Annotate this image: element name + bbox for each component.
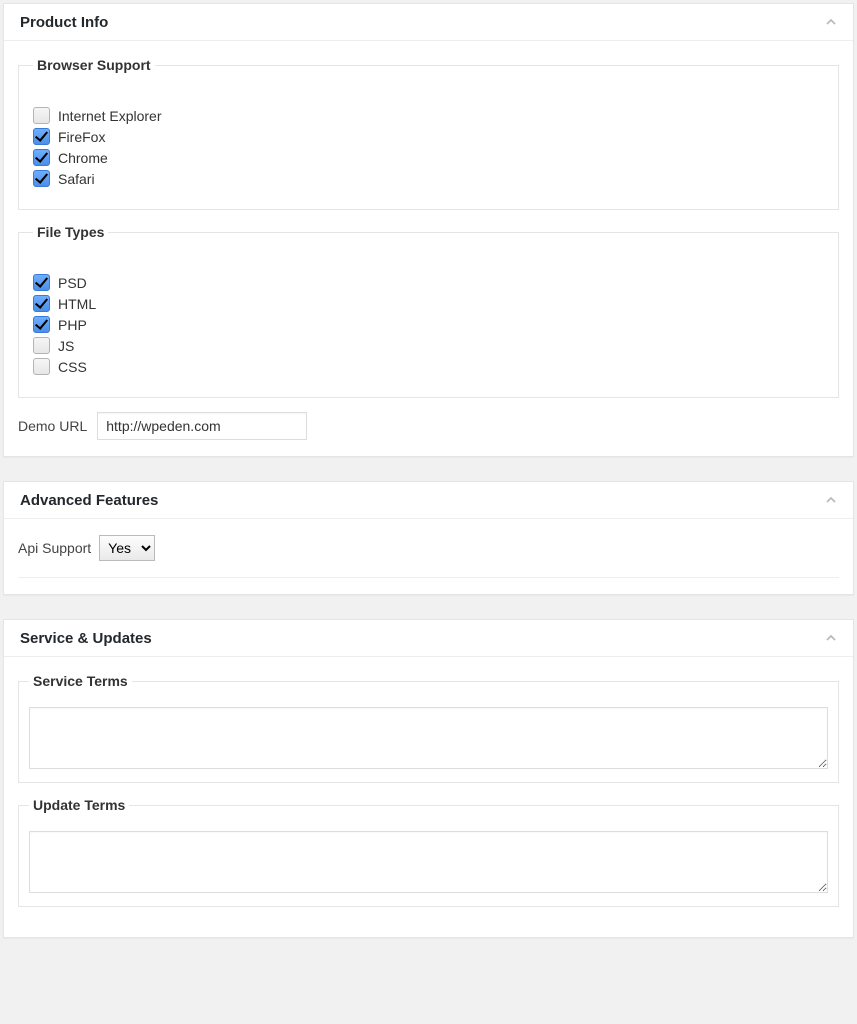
file-types-legend: File Types — [33, 224, 108, 240]
file-type-label: HTML — [58, 296, 96, 312]
divider — [18, 577, 839, 578]
browser-support-checkbox[interactable] — [33, 170, 50, 187]
product-info-header: Product Info — [4, 4, 853, 41]
advanced-features-panel: Advanced Features Api Support YesNo — [3, 481, 854, 595]
advanced-features-collapse-button[interactable] — [821, 490, 841, 510]
browser-support-label: Safari — [58, 171, 95, 187]
file-type-item[interactable]: PHP — [33, 316, 824, 333]
api-support-row: Api Support YesNo — [18, 529, 839, 569]
service-updates-collapse-button[interactable] — [821, 628, 841, 648]
file-type-item[interactable]: JS — [33, 337, 824, 354]
browser-support-legend: Browser Support — [33, 57, 155, 73]
browser-support-item[interactable]: Chrome — [33, 149, 824, 166]
api-support-select[interactable]: YesNo — [99, 535, 155, 561]
chevron-up-icon — [826, 631, 836, 646]
file-type-checkbox[interactable] — [33, 295, 50, 312]
service-updates-body: Service Terms Update Terms — [4, 657, 853, 937]
browser-support-item[interactable]: Internet Explorer — [33, 107, 824, 124]
file-type-checkbox[interactable] — [33, 274, 50, 291]
browser-support-fieldset: Browser Support Internet Explorer FireFox… — [18, 57, 839, 210]
browser-support-label: Chrome — [58, 150, 108, 166]
product-info-panel: Product Info Browser Support Internet Ex… — [3, 3, 854, 457]
file-type-checkbox[interactable] — [33, 358, 50, 375]
chevron-up-icon — [826, 493, 836, 508]
update-terms-fieldset: Update Terms — [18, 797, 839, 907]
browser-support-item[interactable]: Safari — [33, 170, 824, 187]
file-type-item[interactable]: PSD — [33, 274, 824, 291]
service-terms-textarea[interactable] — [29, 707, 828, 769]
service-updates-title: Service & Updates — [20, 630, 152, 647]
product-info-collapse-button[interactable] — [821, 12, 841, 32]
browser-support-item[interactable]: FireFox — [33, 128, 824, 145]
chevron-up-icon — [826, 15, 836, 30]
demo-url-label: Demo URL — [18, 418, 87, 434]
browser-support-checkbox[interactable] — [33, 107, 50, 124]
advanced-features-title: Advanced Features — [20, 492, 158, 509]
file-type-label: PHP — [58, 317, 87, 333]
file-type-item[interactable]: CSS — [33, 358, 824, 375]
browser-support-checkbox[interactable] — [33, 128, 50, 145]
demo-url-input[interactable] — [97, 412, 307, 440]
file-type-label: CSS — [58, 359, 87, 375]
file-type-checkbox[interactable] — [33, 337, 50, 354]
browser-support-label: FireFox — [58, 129, 105, 145]
update-terms-textarea[interactable] — [29, 831, 828, 893]
file-type-label: PSD — [58, 275, 87, 291]
file-type-checkbox[interactable] — [33, 316, 50, 333]
advanced-features-body: Api Support YesNo — [4, 519, 853, 594]
product-info-body: Browser Support Internet Explorer FireFox… — [4, 41, 853, 456]
advanced-features-header: Advanced Features — [4, 482, 853, 519]
file-type-label: JS — [58, 338, 74, 354]
demo-url-row: Demo URL — [18, 412, 839, 440]
service-terms-fieldset: Service Terms — [18, 673, 839, 783]
browser-support-checkbox[interactable] — [33, 149, 50, 166]
update-terms-legend: Update Terms — [29, 797, 129, 813]
product-info-title: Product Info — [20, 14, 108, 31]
file-types-fieldset: File Types PSD HTML PHP JS CSS — [18, 224, 839, 398]
file-type-item[interactable]: HTML — [33, 295, 824, 312]
api-support-label: Api Support — [18, 540, 91, 556]
service-updates-header: Service & Updates — [4, 620, 853, 657]
browser-support-label: Internet Explorer — [58, 108, 162, 124]
service-updates-panel: Service & Updates Service Terms Update T… — [3, 619, 854, 938]
service-terms-legend: Service Terms — [29, 673, 132, 689]
